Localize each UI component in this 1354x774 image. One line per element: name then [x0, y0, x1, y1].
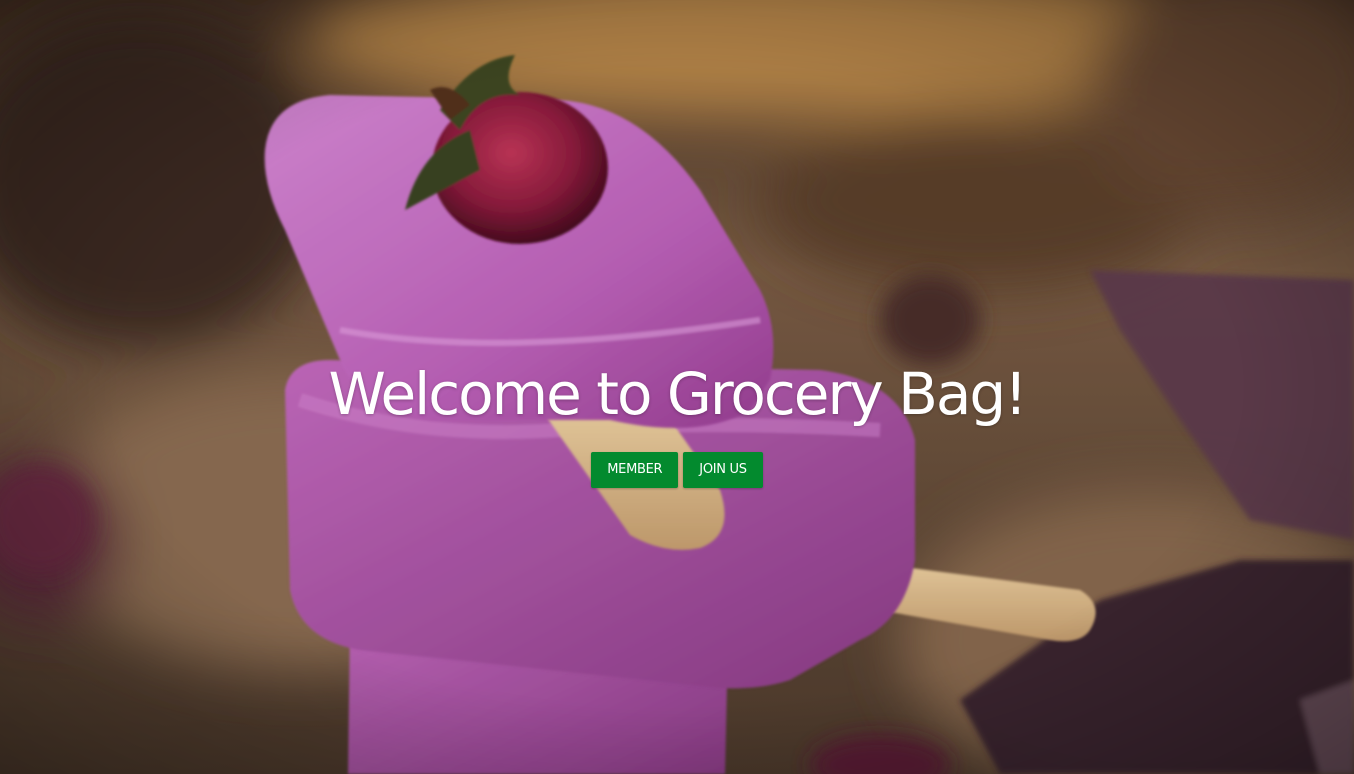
- hero-section: Welcome to Grocery Bag! MEMBER JOIN US: [0, 0, 1354, 774]
- member-button[interactable]: MEMBER: [591, 452, 679, 488]
- hero-title: Welcome to Grocery Bag!: [328, 360, 1028, 428]
- hero-content: Welcome to Grocery Bag! MEMBER JOIN US: [0, 358, 1354, 488]
- hero-button-group: MEMBER JOIN US: [0, 452, 1354, 488]
- join-us-button[interactable]: JOIN US: [683, 452, 763, 488]
